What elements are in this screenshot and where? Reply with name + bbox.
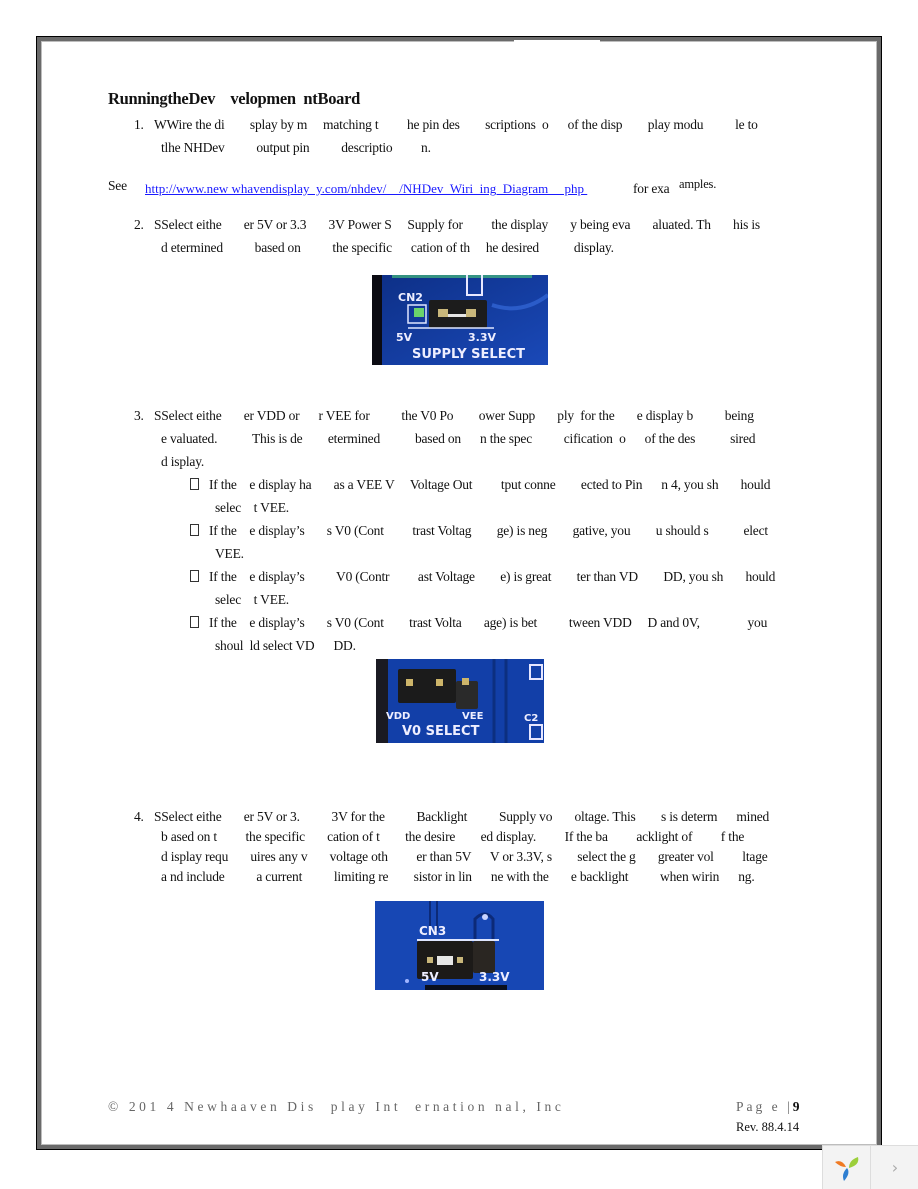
v0-select-caption: V0 SELECT	[402, 724, 480, 739]
step-4-line-1: SSelect eithe er 5V or 3. 3V for the Bac…	[154, 809, 770, 824]
cn3-label: CN3	[419, 924, 446, 938]
supply-select-board-illustration: CN2 5V 3.3V SUPPLY SELECT	[372, 275, 548, 365]
bullet-4-line-2: shoul ld select VD DD.	[215, 638, 356, 653]
page-number: 9	[792, 1099, 800, 1114]
step-3-line-3: d isplay.	[161, 454, 205, 469]
step-2-line-2: d etermined based on the specific cation…	[161, 240, 614, 255]
step-4-line-2: b ased on t the specific cation of t the…	[161, 829, 745, 844]
step-number: 1.	[134, 117, 144, 132]
bullet-3-line-1: If the e display’s V0 (Contr ast Voltage…	[209, 569, 776, 584]
v0-select-photo: VDD VEE C2 V0 SELECT	[376, 659, 544, 743]
page-label: Pag e |	[736, 1099, 793, 1114]
step-2-line-1: SSelect eithe er 5V or 3.3 3V Power S Su…	[154, 217, 760, 232]
bullet-item: If the e display’s V0 (Contr ast Voltage…	[190, 569, 775, 585]
viewer-logo-icon	[834, 1156, 858, 1181]
vee-label: VEE	[462, 711, 484, 722]
footer-page: Pag e |9	[736, 1099, 799, 1115]
supply-select-photo: CN2 5V 3.3V SUPPLY SELECT	[372, 275, 548, 365]
bullet-glyph-icon	[190, 478, 199, 490]
step-4-line-3: d isplay requ uires any v voltage oth er…	[161, 849, 768, 864]
step-4-line-4: a nd include a current limiting re sisto…	[161, 869, 755, 884]
bullet-item: If the e display’s s V0 (Cont trast Volt…	[190, 615, 767, 631]
see-suffix-raised: amples.	[679, 177, 717, 191]
supply-select-caption: SUPPLY SELECT	[412, 347, 525, 362]
chevron-right-icon: ›	[891, 1158, 899, 1177]
step-1-line-1: WWire the di splay by m matching t he pi…	[154, 117, 758, 132]
section-heading: RunningtheDev velopmen ntBoard	[108, 89, 360, 108]
5v-label: 5V	[421, 970, 439, 984]
c2-label: C2	[524, 713, 538, 724]
wiring-diagram-link[interactable]: http://www.new whavendisplay y.com/nhdev…	[145, 181, 587, 197]
bullet-item: If the e display ha as a VEE V Voltage O…	[190, 477, 771, 493]
viewer-logo-button[interactable]	[823, 1146, 871, 1189]
3v3-label: 3.3V	[479, 970, 510, 984]
bullet-4-line-1: If the e display’s s V0 (Cont trast Volt…	[209, 615, 768, 630]
page-notch	[514, 40, 600, 42]
cn2-label: CN2	[398, 291, 423, 304]
v0-select-board-illustration: VDD VEE C2 V0 SELECT	[376, 659, 544, 743]
step-3-line-2: e valuated. This is de etermined based o…	[161, 431, 756, 446]
bullet-1-line-2: selec t VEE.	[215, 500, 289, 515]
step-number: 4.	[134, 809, 144, 824]
backlight-select-photo: CN3 5V 3.3V	[375, 901, 544, 990]
viewer-widget: ›	[822, 1145, 918, 1189]
bullet-glyph-icon	[190, 570, 199, 582]
next-page-button[interactable]: ›	[871, 1146, 918, 1189]
bullet-glyph-icon	[190, 524, 199, 536]
step-1-line-2: tlhe NHDev output pin descriptio n.	[161, 140, 431, 155]
step-number: 2.	[134, 217, 144, 232]
bullet-2-line-2: VEE.	[215, 546, 244, 561]
bullet-glyph-icon	[190, 616, 199, 628]
bullet-3-line-2: selec t VEE.	[215, 592, 289, 607]
3v3-label: 3.3V	[468, 331, 496, 344]
see-suffix: for exa	[633, 181, 670, 196]
5v-label: 5V	[396, 331, 413, 344]
bullet-1-line-1: If the e display ha as a VEE V Voltage O…	[209, 477, 771, 492]
bullet-item: If the e display’s s V0 (Cont trast Volt…	[190, 523, 768, 539]
step-3-line-1: SSelect eithe er VDD or r VEE for the V0…	[154, 408, 754, 423]
step-number: 3.	[134, 408, 144, 423]
footer-copyright: © 201 4 Newhaaven Dis play Int ernation …	[108, 1099, 565, 1114]
vdd-label: VDD	[386, 711, 410, 722]
bullet-2-line-1: If the e display’s s V0 (Cont trast Volt…	[209, 523, 768, 538]
see-label: See	[108, 178, 127, 193]
backlight-select-board-illustration: CN3 5V 3.3V	[375, 901, 544, 990]
footer-revision: Rev. 88.4.14	[736, 1120, 800, 1134]
